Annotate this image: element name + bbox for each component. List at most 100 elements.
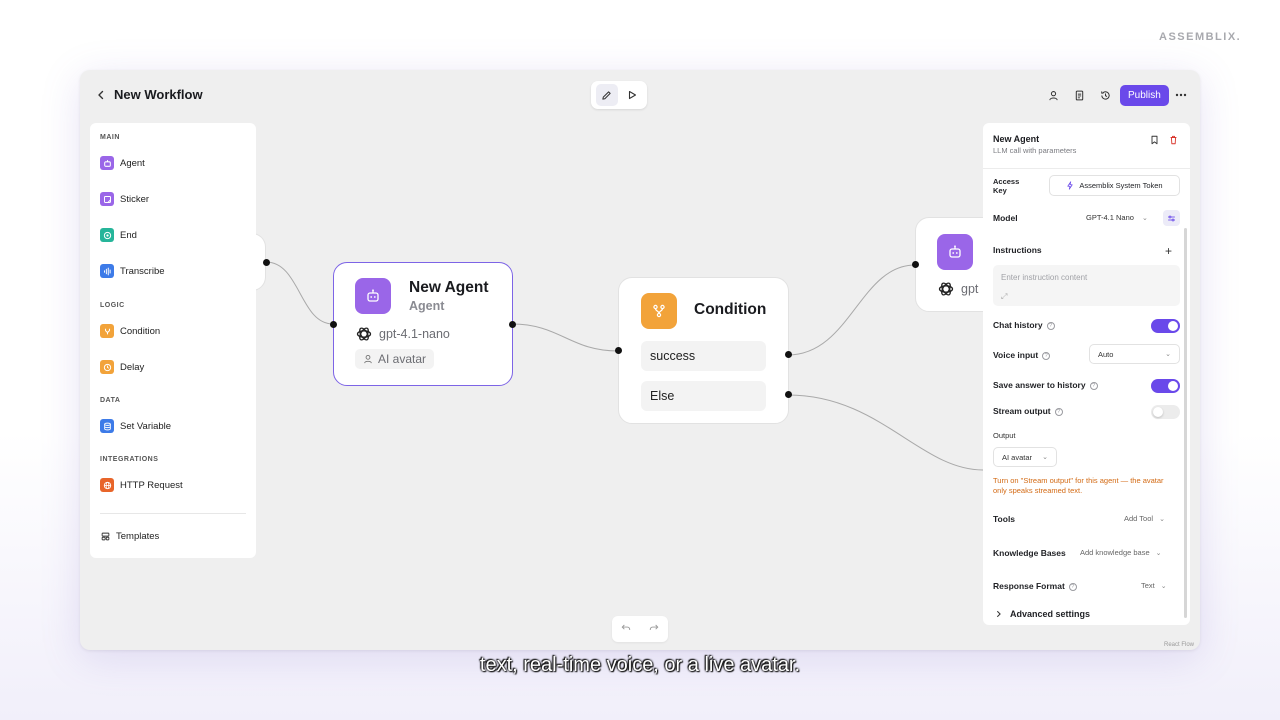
branch-icon — [641, 293, 677, 329]
condition-branch-success[interactable]: success — [641, 341, 766, 371]
sidebar-divider — [100, 513, 246, 514]
expand-icon[interactable]: ⤢ — [1001, 292, 1007, 302]
palette-item-agent-label: Agent — [120, 157, 145, 169]
palette-item-condition-label: Condition — [120, 325, 161, 337]
condition-else-port[interactable] — [785, 391, 792, 398]
chevron-down-icon: ⌄ — [1160, 582, 1167, 590]
agent-node-subtitle: Agent — [409, 299, 445, 313]
undo-redo-bar — [612, 616, 668, 642]
clock-icon — [100, 360, 114, 374]
globe-icon — [100, 478, 114, 492]
chat-history-label: Chat history? — [993, 320, 1055, 330]
palette-item-agent[interactable]: Agent — [100, 155, 145, 171]
condition-node[interactable]: Condition success Else — [618, 277, 789, 424]
response-format-label: Response Format? — [993, 581, 1077, 591]
voice-input-value: Auto — [1098, 349, 1114, 359]
help-icon[interactable]: ? — [1042, 352, 1051, 360]
model-label: Model — [993, 213, 1018, 223]
agent-node-chip-label: AI avatar — [378, 352, 427, 366]
stop-circle-icon — [100, 228, 114, 242]
add-tool-value: Add Tool — [1124, 514, 1154, 523]
stream-output-label: Stream output? — [993, 406, 1063, 416]
instructions-input[interactable]: Enter instruction content ⤢ — [993, 265, 1180, 306]
person-icon — [364, 354, 372, 364]
advanced-settings-toggle[interactable]: Advanced settings — [995, 609, 1090, 619]
palette-item-transcribe-label: Transcribe — [120, 265, 165, 277]
brand-watermark: ASSEMBLIX. — [1159, 31, 1242, 43]
next-agent-node-model-label: gpt — [961, 282, 979, 296]
tools-label: Tools — [993, 514, 1016, 524]
section-logic-label: LOGIC — [100, 302, 125, 309]
model-settings-icon[interactable] — [1163, 210, 1180, 226]
react-flow-attribution[interactable]: React Flow — [1164, 642, 1194, 648]
templates-label: Templates — [116, 530, 160, 542]
chevron-down-icon: ⌄ — [1155, 549, 1162, 557]
palette-item-end-label: End — [120, 229, 137, 241]
stream-output-toggle[interactable] — [1151, 405, 1180, 419]
save-answer-text: Save answer to history — [993, 380, 1086, 390]
add-tool-select[interactable]: Add Tool ⌄ — [1124, 514, 1165, 523]
app-window: New Workflow Publish New Agent Agent gpt… — [80, 70, 1200, 650]
response-format-select[interactable]: Text ⌄ — [1141, 581, 1167, 590]
output-label: Output — [993, 431, 1016, 440]
database-icon — [100, 419, 114, 433]
chat-history-text: Chat history — [993, 320, 1043, 330]
help-icon[interactable]: ? — [1054, 408, 1063, 416]
voice-input-select[interactable]: Auto ⌄ — [1089, 344, 1180, 364]
agent-node-output-port[interactable] — [509, 321, 516, 328]
agent-node[interactable]: New Agent Agent gpt-4.1-nano AI avatar — [333, 262, 513, 386]
panel-title: New Agent — [993, 134, 1040, 144]
video-caption: text, real-time voice, or a live avatar. — [479, 654, 801, 676]
condition-node-input-port[interactable] — [615, 347, 622, 354]
panel-scrollbar[interactable] — [1184, 228, 1187, 618]
knowledge-base-select[interactable]: Add knowledge base ⌄ — [1080, 548, 1162, 557]
palette-item-set-variable-label: Set Variable — [120, 420, 172, 432]
agent-node-input-port[interactable] — [330, 321, 337, 328]
palette-item-sticker[interactable]: Sticker — [100, 191, 149, 207]
palette-item-condition[interactable]: Condition — [100, 323, 160, 339]
next-agent-input-port[interactable] — [912, 261, 919, 268]
help-icon[interactable]: ? — [1068, 583, 1077, 591]
save-answer-toggle[interactable] — [1151, 379, 1180, 393]
palette-item-http-request[interactable]: HTTP Request — [100, 477, 183, 493]
section-integrations-label: INTEGRATIONS — [100, 456, 159, 463]
save-answer-label: Save answer to history? — [993, 380, 1098, 390]
add-instruction-icon[interactable]: + — [1165, 244, 1172, 258]
chat-history-toggle[interactable] — [1151, 319, 1180, 333]
output-select[interactable]: AI avatar ⌄ — [993, 447, 1057, 467]
chevron-down-icon: ⌄ — [1165, 351, 1171, 358]
palette-item-delay[interactable]: Delay — [100, 359, 144, 375]
palette-item-http-request-label: HTTP Request — [120, 479, 183, 491]
stream-warning-text: Turn on "Stream output" for this agent —… — [993, 476, 1164, 495]
sticker-icon — [100, 192, 114, 206]
condition-branch-else[interactable]: Else — [641, 381, 766, 411]
undo-icon[interactable] — [621, 623, 631, 635]
redo-icon[interactable] — [649, 623, 659, 635]
model-select[interactable]: GPT-4.1 Nano ⌄ — [1086, 213, 1148, 222]
help-icon[interactable]: ? — [1089, 382, 1098, 390]
robot-icon — [100, 156, 114, 170]
voice-input-label: Voice input? — [993, 350, 1051, 360]
panel-subtitle: LLM call with parameters — [993, 146, 1077, 155]
bookmark-icon[interactable] — [1148, 134, 1160, 146]
palette-item-transcribe[interactable]: Transcribe — [100, 263, 165, 279]
openai-icon — [938, 282, 954, 296]
model-value: GPT-4.1 Nano — [1086, 213, 1134, 222]
trash-icon[interactable] — [1167, 134, 1179, 146]
chevron-right-icon — [996, 610, 1001, 618]
palette-item-sticker-label: Sticker — [120, 193, 150, 205]
knowledge-base-value: Add knowledge base — [1080, 548, 1150, 557]
help-icon[interactable]: ? — [1046, 322, 1055, 330]
access-key-value: Assemblix System Token — [1079, 181, 1163, 190]
templates-link[interactable]: Templates — [100, 528, 159, 544]
instructions-label: Instructions — [993, 245, 1042, 255]
instructions-placeholder: Enter instruction content — [1001, 273, 1088, 282]
stream-output-text: Stream output — [993, 406, 1051, 416]
start-node-output-port[interactable] — [263, 259, 270, 266]
access-key-button[interactable]: Assemblix System Token — [1049, 175, 1180, 196]
branch-icon — [100, 324, 114, 338]
palette-item-set-variable[interactable]: Set Variable — [100, 418, 171, 434]
condition-success-port[interactable] — [785, 351, 792, 358]
templates-icon — [100, 531, 110, 541]
palette-item-end[interactable]: End — [100, 227, 137, 243]
